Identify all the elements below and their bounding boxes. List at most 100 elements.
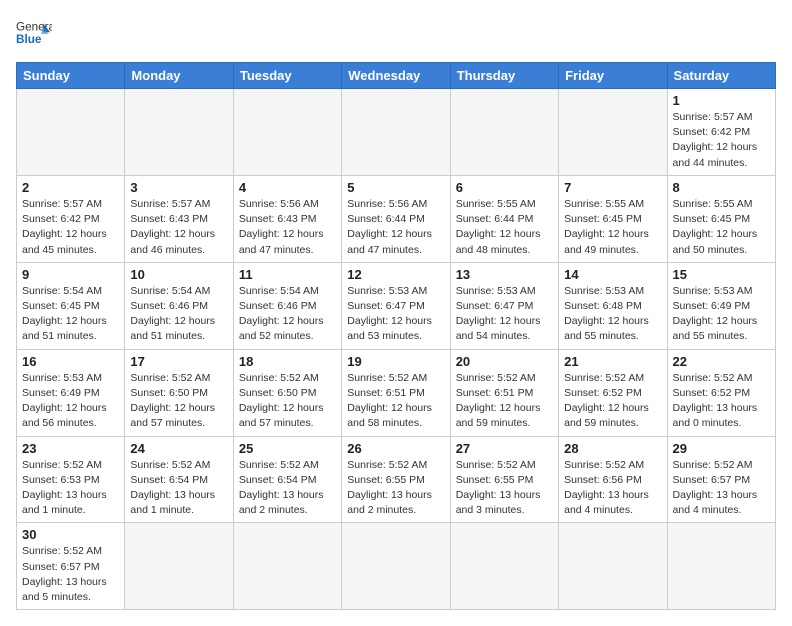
calendar-day-cell: 26 Sunrise: 5:52 AM Sunset: 6:55 PM Dayli… (342, 436, 450, 523)
day-info: Sunrise: 5:52 AM Sunset: 6:50 PM Dayligh… (239, 371, 336, 432)
day-info: Sunrise: 5:57 AM Sunset: 6:43 PM Dayligh… (130, 197, 227, 258)
calendar-week-row: 2Sunrise: 5:57 AM Sunset: 6:42 PM Daylig… (17, 175, 776, 262)
day-info: Sunrise: 5:52 AM Sunset: 6:50 PM Dayligh… (130, 371, 227, 432)
day-info: Sunrise: 5:52 AM Sunset: 6:55 PM Dayligh… (456, 458, 553, 519)
calendar-day-cell (342, 89, 450, 176)
day-number: 29 (673, 441, 770, 456)
calendar-day-cell (233, 523, 341, 610)
day-number: 4 (239, 180, 336, 195)
day-number: 11 (239, 267, 336, 282)
calendar-day-cell: 16 Sunrise: 5:53 AM Sunset: 6:49 PM Dayli… (17, 349, 125, 436)
day-info: Sunrise: 5:56 AM Sunset: 6:43 PM Dayligh… (239, 197, 336, 258)
day-info: Sunrise: 5:54 AM Sunset: 6:45 PM Dayligh… (22, 284, 119, 345)
day-info: Sunrise: 5:55 AM Sunset: 6:44 PM Dayligh… (456, 197, 553, 258)
calendar-day-cell (125, 89, 233, 176)
day-of-week-header: Monday (125, 63, 233, 89)
calendar-day-cell (17, 89, 125, 176)
calendar-week-row: 1Sunrise: 5:57 AM Sunset: 6:42 PM Daylig… (17, 89, 776, 176)
calendar-day-cell: 24 Sunrise: 5:52 AM Sunset: 6:54 PM Dayli… (125, 436, 233, 523)
calendar-day-cell: 30Sunrise: 5:52 AM Sunset: 6:57 PM Dayli… (17, 523, 125, 610)
day-info: Sunrise: 5:52 AM Sunset: 6:52 PM Dayligh… (673, 371, 770, 432)
day-number: 13 (456, 267, 553, 282)
day-number: 15 (673, 267, 770, 282)
calendar-day-cell: 6 Sunrise: 5:55 AM Sunset: 6:44 PM Daylig… (450, 175, 558, 262)
day-info: Sunrise: 5:52 AM Sunset: 6:56 PM Dayligh… (564, 458, 661, 519)
day-info: Sunrise: 5:52 AM Sunset: 6:52 PM Dayligh… (564, 371, 661, 432)
day-info: Sunrise: 5:52 AM Sunset: 6:57 PM Dayligh… (22, 544, 119, 605)
calendar-table: SundayMondayTuesdayWednesdayThursdayFrid… (16, 62, 776, 610)
day-of-week-header: Thursday (450, 63, 558, 89)
day-info: Sunrise: 5:55 AM Sunset: 6:45 PM Dayligh… (673, 197, 770, 258)
calendar-day-cell: 1Sunrise: 5:57 AM Sunset: 6:42 PM Daylig… (667, 89, 775, 176)
day-number: 17 (130, 354, 227, 369)
day-info: Sunrise: 5:56 AM Sunset: 6:44 PM Dayligh… (347, 197, 444, 258)
day-info: Sunrise: 5:53 AM Sunset: 6:47 PM Dayligh… (456, 284, 553, 345)
day-of-week-header: Tuesday (233, 63, 341, 89)
calendar-day-cell (450, 89, 558, 176)
day-number: 25 (239, 441, 336, 456)
calendar-day-cell: 12Sunrise: 5:53 AM Sunset: 6:47 PM Dayli… (342, 262, 450, 349)
day-info: Sunrise: 5:52 AM Sunset: 6:55 PM Dayligh… (347, 458, 444, 519)
day-info: Sunrise: 5:54 AM Sunset: 6:46 PM Dayligh… (239, 284, 336, 345)
day-number: 18 (239, 354, 336, 369)
calendar-day-cell: 17 Sunrise: 5:52 AM Sunset: 6:50 PM Dayli… (125, 349, 233, 436)
calendar-day-cell: 15 Sunrise: 5:53 AM Sunset: 6:49 PM Dayli… (667, 262, 775, 349)
calendar-week-row: 23Sunrise: 5:52 AM Sunset: 6:53 PM Dayli… (17, 436, 776, 523)
calendar-week-row: 9Sunrise: 5:54 AM Sunset: 6:45 PM Daylig… (17, 262, 776, 349)
calendar-day-cell: 22 Sunrise: 5:52 AM Sunset: 6:52 PM Dayli… (667, 349, 775, 436)
day-number: 26 (347, 441, 444, 456)
calendar-day-cell: 2Sunrise: 5:57 AM Sunset: 6:42 PM Daylig… (17, 175, 125, 262)
calendar-week-row: 16 Sunrise: 5:53 AM Sunset: 6:49 PM Dayli… (17, 349, 776, 436)
day-number: 24 (130, 441, 227, 456)
calendar-day-cell: 14Sunrise: 5:53 AM Sunset: 6:48 PM Dayli… (559, 262, 667, 349)
day-info: Sunrise: 5:52 AM Sunset: 6:57 PM Dayligh… (673, 458, 770, 519)
calendar-day-cell (559, 89, 667, 176)
day-info: Sunrise: 5:57 AM Sunset: 6:42 PM Dayligh… (22, 197, 119, 258)
calendar-day-cell (667, 523, 775, 610)
page-header: General Blue (16, 16, 776, 52)
day-number: 27 (456, 441, 553, 456)
calendar-day-cell (233, 89, 341, 176)
calendar-day-cell (450, 523, 558, 610)
day-info: Sunrise: 5:54 AM Sunset: 6:46 PM Dayligh… (130, 284, 227, 345)
day-info: Sunrise: 5:52 AM Sunset: 6:54 PM Dayligh… (130, 458, 227, 519)
day-number: 20 (456, 354, 553, 369)
day-info: Sunrise: 5:53 AM Sunset: 6:49 PM Dayligh… (673, 284, 770, 345)
calendar-day-cell: 5Sunrise: 5:56 AM Sunset: 6:44 PM Daylig… (342, 175, 450, 262)
calendar-header-row: SundayMondayTuesdayWednesdayThursdayFrid… (17, 63, 776, 89)
calendar-day-cell: 4 Sunrise: 5:56 AM Sunset: 6:43 PM Daylig… (233, 175, 341, 262)
calendar-day-cell (125, 523, 233, 610)
day-number: 16 (22, 354, 119, 369)
calendar-day-cell: 29 Sunrise: 5:52 AM Sunset: 6:57 PM Dayli… (667, 436, 775, 523)
calendar-week-row: 30Sunrise: 5:52 AM Sunset: 6:57 PM Dayli… (17, 523, 776, 610)
day-number: 19 (347, 354, 444, 369)
logo: General Blue (16, 16, 52, 52)
calendar-day-cell (342, 523, 450, 610)
calendar-day-cell: 8 Sunrise: 5:55 AM Sunset: 6:45 PM Daylig… (667, 175, 775, 262)
calendar-day-cell: 27 Sunrise: 5:52 AM Sunset: 6:55 PM Dayli… (450, 436, 558, 523)
day-info: Sunrise: 5:53 AM Sunset: 6:49 PM Dayligh… (22, 371, 119, 432)
day-info: Sunrise: 5:57 AM Sunset: 6:42 PM Dayligh… (673, 110, 770, 171)
day-number: 6 (456, 180, 553, 195)
calendar-day-cell: 21Sunrise: 5:52 AM Sunset: 6:52 PM Dayli… (559, 349, 667, 436)
calendar-day-cell (559, 523, 667, 610)
day-number: 22 (673, 354, 770, 369)
calendar-day-cell: 10Sunrise: 5:54 AM Sunset: 6:46 PM Dayli… (125, 262, 233, 349)
day-number: 8 (673, 180, 770, 195)
calendar-day-cell: 7 Sunrise: 5:55 AM Sunset: 6:45 PM Daylig… (559, 175, 667, 262)
day-info: Sunrise: 5:55 AM Sunset: 6:45 PM Dayligh… (564, 197, 661, 258)
calendar-day-cell: 28Sunrise: 5:52 AM Sunset: 6:56 PM Dayli… (559, 436, 667, 523)
day-of-week-header: Saturday (667, 63, 775, 89)
day-of-week-header: Sunday (17, 63, 125, 89)
calendar-day-cell: 3Sunrise: 5:57 AM Sunset: 6:43 PM Daylig… (125, 175, 233, 262)
day-info: Sunrise: 5:53 AM Sunset: 6:48 PM Dayligh… (564, 284, 661, 345)
day-number: 7 (564, 180, 661, 195)
calendar-day-cell: 11 Sunrise: 5:54 AM Sunset: 6:46 PM Dayli… (233, 262, 341, 349)
day-info: Sunrise: 5:52 AM Sunset: 6:51 PM Dayligh… (456, 371, 553, 432)
svg-text:Blue: Blue (16, 33, 42, 46)
day-of-week-header: Friday (559, 63, 667, 89)
calendar-day-cell: 19Sunrise: 5:52 AM Sunset: 6:51 PM Dayli… (342, 349, 450, 436)
calendar-day-cell: 9Sunrise: 5:54 AM Sunset: 6:45 PM Daylig… (17, 262, 125, 349)
logo-icon: General Blue (16, 16, 52, 52)
calendar-day-cell: 18 Sunrise: 5:52 AM Sunset: 6:50 PM Dayli… (233, 349, 341, 436)
